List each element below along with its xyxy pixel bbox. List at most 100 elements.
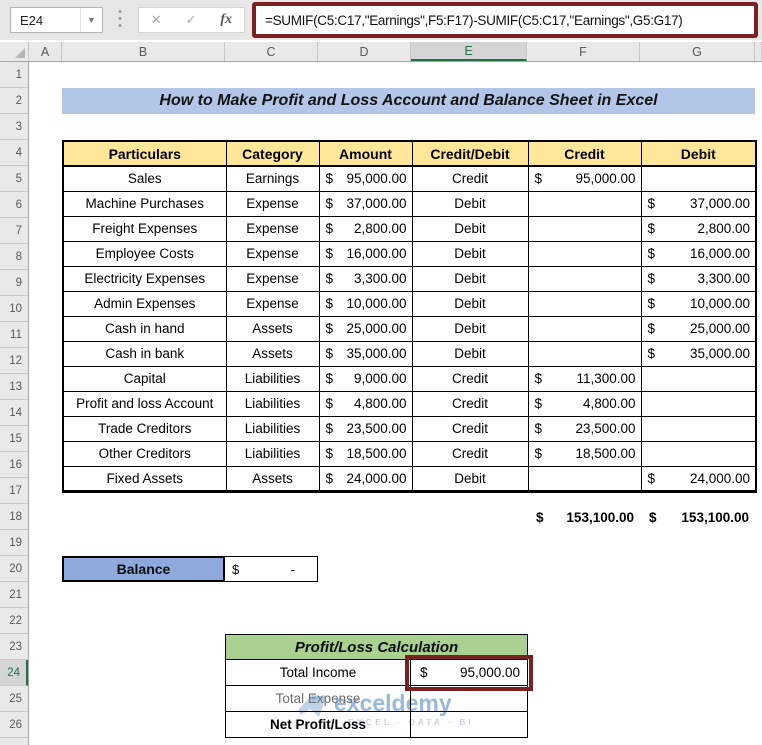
cell-credit-debit[interactable]: Debit <box>412 291 528 316</box>
cell-debit[interactable]: $37,000.00 <box>641 191 756 216</box>
cell-credit[interactable] <box>528 191 641 216</box>
row-header-7[interactable]: 7 <box>0 218 28 244</box>
header-credit[interactable]: Credit <box>528 141 641 166</box>
cell-category[interactable]: Expense <box>226 266 319 291</box>
header-category[interactable]: Category <box>226 141 319 166</box>
calc-header-cell[interactable]: Profit/Loss Calculation <box>225 634 528 660</box>
cell-credit[interactable] <box>528 316 641 341</box>
cell-debit[interactable] <box>641 441 756 466</box>
cell-credit-debit[interactable]: Debit <box>412 466 528 491</box>
total-debit-cell[interactable]: $ 153,100.00 <box>640 504 755 530</box>
header-credit-debit[interactable]: Credit/Debit <box>412 141 528 166</box>
cell-debit[interactable] <box>641 366 756 391</box>
cell-debit[interactable]: $3,300.00 <box>641 266 756 291</box>
row-header-13[interactable]: 13 <box>0 374 28 400</box>
select-all-corner[interactable] <box>0 42 29 61</box>
cell-credit[interactable] <box>528 291 641 316</box>
total-income-value-cell[interactable]: $ 95,000.00 <box>411 660 528 686</box>
cell-category[interactable]: Liabilities <box>226 366 319 391</box>
cell-debit[interactable]: $24,000.00 <box>641 466 756 491</box>
row-header-4[interactable]: 4 <box>0 140 28 166</box>
cell-particulars[interactable]: Sales <box>63 166 226 191</box>
cell-amount[interactable]: $18,500.00 <box>319 441 412 466</box>
column-header-F[interactable]: F <box>527 42 640 61</box>
cell-category[interactable]: Liabilities <box>226 391 319 416</box>
row-header-17[interactable]: 17 <box>0 478 28 504</box>
cell-debit[interactable]: $10,000.00 <box>641 291 756 316</box>
row-header-1[interactable]: 1 <box>0 62 28 88</box>
cell-category[interactable]: Expense <box>226 216 319 241</box>
total-credit-cell[interactable]: $ 153,100.00 <box>527 504 640 530</box>
cell-particulars[interactable]: Profit and loss Account <box>63 391 226 416</box>
cell-category[interactable]: Assets <box>226 316 319 341</box>
balance-value-cell[interactable]: $ - <box>224 556 318 582</box>
cell-amount[interactable]: $23,500.00 <box>319 416 412 441</box>
row-header-15[interactable]: 15 <box>0 426 28 452</box>
cell-category[interactable]: Earnings <box>226 166 319 191</box>
cell-credit[interactable] <box>528 466 641 491</box>
cell-credit[interactable]: $4,800.00 <box>528 391 641 416</box>
column-header-G[interactable]: G <box>640 42 755 61</box>
cell-particulars[interactable]: Employee Costs <box>63 241 226 266</box>
cell-amount[interactable]: $95,000.00 <box>319 166 412 191</box>
cell-credit-debit[interactable]: Debit <box>412 341 528 366</box>
cell-particulars[interactable]: Electricity Expenses <box>63 266 226 291</box>
cell-debit[interactable] <box>641 416 756 441</box>
cell-particulars[interactable]: Fixed Assets <box>63 466 226 491</box>
cell-debit[interactable]: $25,000.00 <box>641 316 756 341</box>
cell-category[interactable]: Liabilities <box>226 416 319 441</box>
cell-credit[interactable] <box>528 266 641 291</box>
row-header-25[interactable]: 25 <box>0 686 28 712</box>
total-expense-value-cell[interactable] <box>411 686 528 712</box>
cell-credit-debit[interactable]: Credit <box>412 166 528 191</box>
cell-credit[interactable] <box>528 341 641 366</box>
cell-debit[interactable]: $2,800.00 <box>641 216 756 241</box>
cell-amount[interactable]: $4,800.00 <box>319 391 412 416</box>
cell-category[interactable]: Expense <box>226 291 319 316</box>
row-header-23[interactable]: 23 <box>0 634 28 660</box>
row-header-11[interactable]: 11 <box>0 322 28 348</box>
cell-category[interactable]: Expense <box>226 241 319 266</box>
total-expense-label-cell[interactable]: Total Expense <box>225 686 411 712</box>
enter-icon[interactable]: ✓ <box>186 12 197 28</box>
cell-credit-debit[interactable]: Credit <box>412 391 528 416</box>
row-header-8[interactable]: 8 <box>0 244 28 270</box>
cell-credit[interactable]: $11,300.00 <box>528 366 641 391</box>
row-header-20[interactable]: 20 <box>0 556 28 582</box>
cell-credit-debit[interactable]: Credit <box>412 441 528 466</box>
cell-credit-debit[interactable]: Debit <box>412 316 528 341</box>
header-debit[interactable]: Debit <box>641 141 756 166</box>
cell-amount[interactable]: $2,800.00 <box>319 216 412 241</box>
cell-amount[interactable]: $9,000.00 <box>319 366 412 391</box>
cell-amount[interactable]: $37,000.00 <box>319 191 412 216</box>
name-box[interactable]: E24 ▼ <box>10 7 103 33</box>
insert-function-icon[interactable]: fx <box>220 12 232 28</box>
cell-category[interactable]: Assets <box>226 341 319 366</box>
sheet-title-banner[interactable]: How to Make Profit and Loss Account and … <box>62 88 755 114</box>
column-header-A[interactable]: A <box>29 42 62 61</box>
cell-credit-debit[interactable]: Credit <box>412 416 528 441</box>
cell-amount[interactable]: $16,000.00 <box>319 241 412 266</box>
row-header-21[interactable]: 21 <box>0 582 28 608</box>
column-header-E[interactable]: E <box>411 42 527 61</box>
column-header-C[interactable]: C <box>225 42 318 61</box>
cell-category[interactable]: Liabilities <box>226 441 319 466</box>
name-box-dropdown-icon[interactable]: ▼ <box>80 8 102 32</box>
cell-category[interactable]: Assets <box>226 466 319 491</box>
cell-debit[interactable]: $35,000.00 <box>641 341 756 366</box>
header-particulars[interactable]: Particulars <box>63 141 226 166</box>
cell-credit-debit[interactable]: Debit <box>412 191 528 216</box>
cell-debit[interactable] <box>641 166 756 191</box>
column-header-D[interactable]: D <box>318 42 411 61</box>
cell-particulars[interactable]: Other Creditors <box>63 441 226 466</box>
cancel-icon[interactable]: ✕ <box>151 12 162 28</box>
row-header-6[interactable]: 6 <box>0 192 28 218</box>
cell-amount[interactable]: $3,300.00 <box>319 266 412 291</box>
cell-credit[interactable]: $95,000.00 <box>528 166 641 191</box>
cell-debit[interactable] <box>641 391 756 416</box>
row-header-12[interactable]: 12 <box>0 348 28 374</box>
net-profit-loss-label-cell[interactable]: Net Profit/Loss <box>225 712 411 738</box>
header-amount[interactable]: Amount <box>319 141 412 166</box>
cell-credit-debit[interactable]: Debit <box>412 216 528 241</box>
row-header-14[interactable]: 14 <box>0 400 28 426</box>
